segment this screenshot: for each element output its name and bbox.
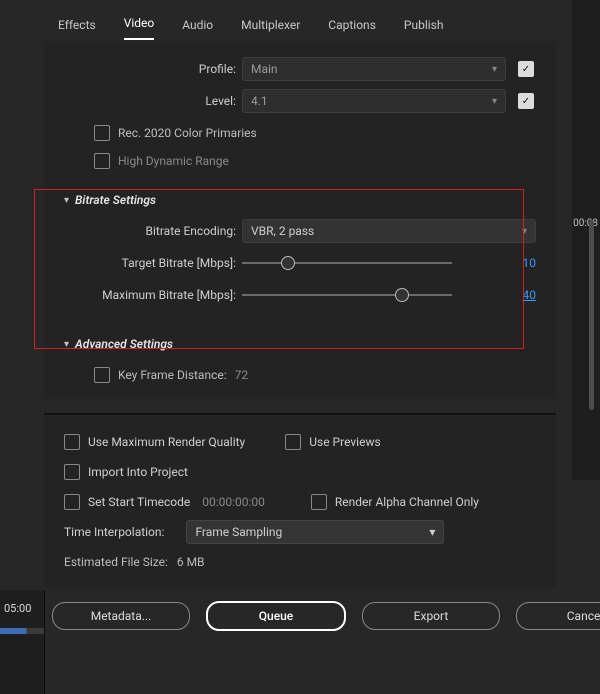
slider-target-bitrate[interactable] (242, 253, 474, 273)
label-est: Estimated File Size: (64, 555, 168, 569)
export-options: Use Maximum Render Quality Use Previews … (44, 413, 556, 587)
checkbox-keyframe[interactable] (94, 367, 110, 383)
row-bitrate-encoding: Bitrate Encoding: VBR, 2 pass ▾ (64, 217, 536, 245)
row-timecode: Set Start Timecode 00:00:00:00 Render Al… (64, 487, 536, 517)
cancel-button[interactable]: Cancel (516, 602, 600, 630)
chevron-down-icon: ▾ (522, 226, 527, 237)
label-max-bitrate: Maximum Bitrate [Mbps]: (64, 288, 242, 302)
dropdown-time-interp[interactable]: Frame Sampling ▾ (186, 520, 444, 544)
row-profile: Profile: Main ▾ (64, 55, 536, 83)
tab-multiplexer[interactable]: Multiplexer (241, 18, 300, 40)
timeline-time: 05:00 (0, 602, 31, 615)
tab-video[interactable]: Video (124, 16, 155, 40)
section-bitrate[interactable]: ▾ Bitrate Settings (64, 193, 536, 207)
label-max-render: Use Maximum Render Quality (88, 435, 245, 449)
section-title-advanced: Advanced Settings (75, 337, 173, 351)
checkbox-use-previews[interactable] (285, 434, 301, 450)
checkbox-rec2020[interactable] (94, 125, 110, 141)
metadata-button[interactable]: Metadata... (52, 602, 190, 630)
dropdown-level-value: 4.1 (251, 94, 268, 108)
row-time-interp: Time Interpolation: Frame Sampling ▾ (64, 517, 536, 547)
tab-effects[interactable]: Effects (58, 18, 96, 40)
value-keyframe[interactable]: 72 (235, 368, 249, 382)
row-estimated-size: Estimated File Size: 6 MB (64, 555, 536, 569)
row-render-quality: Use Maximum Render Quality Use Previews (64, 427, 536, 457)
slider-knob[interactable] (395, 288, 409, 302)
row-rec2020: Rec. 2020 Color Primaries (94, 119, 536, 147)
twirl-down-icon: ▾ (64, 195, 69, 206)
row-hdr: High Dynamic Range (94, 147, 536, 175)
label-hdr: High Dynamic Range (118, 154, 229, 168)
value-est: 6 MB (177, 555, 205, 569)
dropdown-level[interactable]: 4.1 ▾ (242, 89, 506, 113)
label-level: Level: (64, 94, 242, 108)
dropdown-bitrate-encoding-value: VBR, 2 pass (251, 224, 314, 238)
tab-captions[interactable]: Captions (328, 18, 376, 40)
checkbox-alpha[interactable] (311, 494, 327, 510)
tab-publish[interactable]: Publish (404, 18, 444, 40)
twirl-down-icon: ▾ (64, 339, 69, 350)
buttons-row: Metadata... Queue Export Cancel (52, 601, 556, 631)
value-target-bitrate[interactable]: 10 (488, 256, 536, 270)
label-target-bitrate: Target Bitrate [Mbps]: (64, 256, 242, 270)
dropdown-profile[interactable]: Main ▾ (242, 57, 506, 81)
queue-button[interactable]: Queue (206, 601, 346, 631)
slider-knob[interactable] (281, 256, 295, 270)
slider-max-bitrate[interactable] (242, 285, 474, 305)
export-tabs: Effects Video Audio Multiplexer Captions… (0, 0, 600, 41)
scrollbar-thumb[interactable] (589, 220, 594, 410)
checkbox-max-render[interactable] (64, 434, 80, 450)
checkbox-level-enable[interactable] (518, 93, 534, 109)
export-button[interactable]: Export (362, 602, 500, 630)
dropdown-bitrate-encoding[interactable]: VBR, 2 pass ▾ (242, 219, 536, 243)
row-target-bitrate: Target Bitrate [Mbps]: 10 (64, 249, 536, 277)
ruler-time: 00:08 (573, 218, 598, 229)
chevron-down-icon: ▾ (429, 525, 435, 539)
row-keyframe: Key Frame Distance: 72 (94, 361, 536, 389)
dropdown-time-interp-value: Frame Sampling (195, 525, 282, 539)
chevron-down-icon: ▾ (492, 96, 497, 107)
tab-audio[interactable]: Audio (182, 18, 213, 40)
label-set-tc: Set Start Timecode (88, 495, 190, 509)
row-level: Level: 4.1 ▾ (64, 87, 536, 115)
value-tc[interactable]: 00:00:00:00 (202, 495, 265, 509)
row-max-bitrate: Maximum Bitrate [Mbps]: 40 (64, 281, 536, 309)
label-time-interp: Time Interpolation: (64, 525, 164, 539)
row-import: Import Into Project (64, 457, 536, 487)
section-advanced[interactable]: ▾ Advanced Settings (64, 337, 536, 351)
checkbox-profile-enable[interactable] (518, 61, 534, 77)
label-bitrate-encoding: Bitrate Encoding: (64, 224, 242, 238)
video-settings-panel: Profile: Main ▾ Level: 4.1 ▾ Rec. 2020 C… (44, 41, 556, 399)
label-import: Import Into Project (88, 465, 188, 479)
section-title-bitrate: Bitrate Settings (75, 193, 156, 207)
label-rec2020: Rec. 2020 Color Primaries (118, 126, 257, 140)
checkbox-import[interactable] (64, 464, 80, 480)
label-keyframe: Key Frame Distance: (118, 368, 227, 382)
label-profile: Profile: (64, 62, 242, 76)
chevron-down-icon: ▾ (492, 64, 497, 75)
dropdown-profile-value: Main (251, 62, 278, 76)
label-use-previews: Use Previews (309, 435, 380, 449)
checkbox-set-tc[interactable] (64, 494, 80, 510)
timeline-bar[interactable] (0, 628, 44, 634)
value-max-bitrate[interactable]: 40 (488, 288, 536, 302)
right-gutter: 00:08 (572, 0, 600, 480)
label-alpha: Render Alpha Channel Only (335, 495, 479, 509)
checkbox-hdr[interactable] (94, 153, 110, 169)
